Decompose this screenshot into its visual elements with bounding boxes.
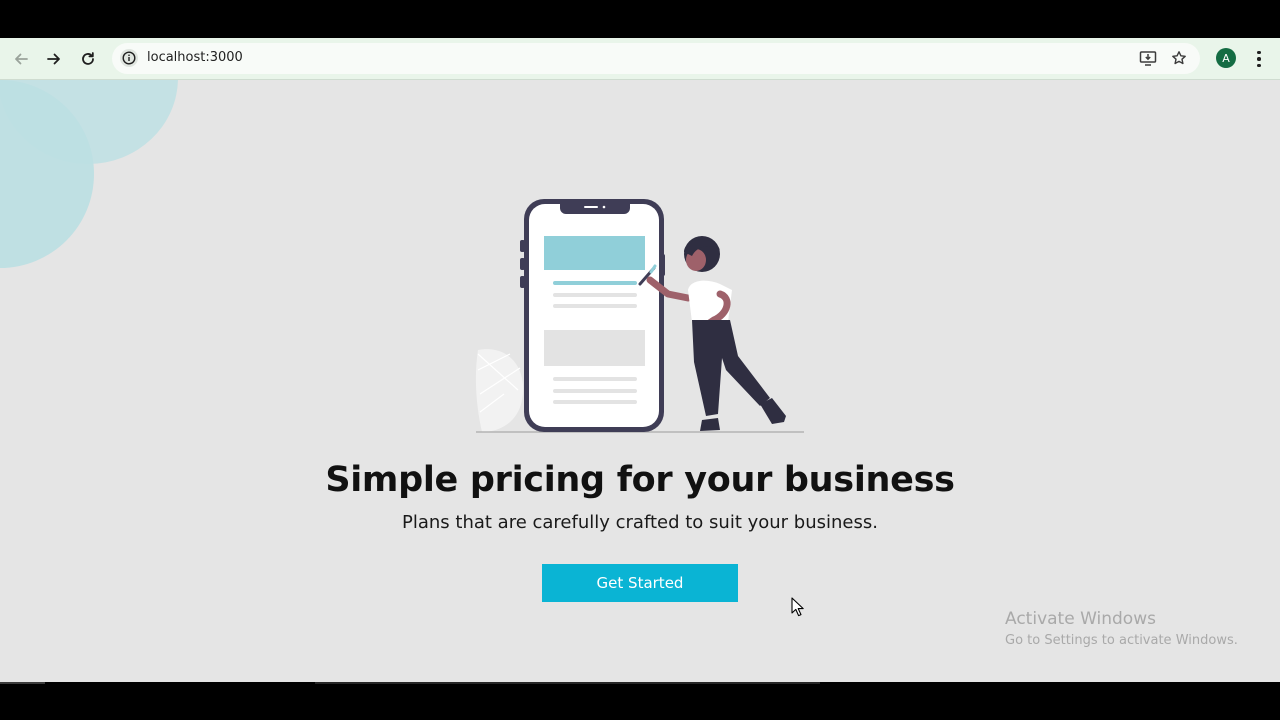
kebab-menu-icon [1257, 50, 1261, 55]
windows-activation-watermark: Activate Windows Go to Settings to activ… [1005, 609, 1238, 648]
top-letterbox [0, 0, 1280, 38]
reload-button[interactable] [76, 47, 100, 71]
taskbar-indicator [0, 682, 45, 684]
back-button[interactable] [9, 47, 33, 71]
taskbar-indicator [315, 682, 820, 684]
url-text[interactable]: localhost:3000 [147, 50, 243, 65]
watermark-subtitle: Go to Settings to activate Windows. [1005, 633, 1238, 648]
screen: localhost:3000 A Simple pricing for your… [0, 0, 1280, 720]
browser-toolbar: localhost:3000 A [0, 38, 1280, 80]
page-title: Simple pricing for your business [325, 460, 955, 500]
address-bar[interactable]: localhost:3000 [112, 43, 1200, 74]
install-app-button[interactable] [1138, 48, 1158, 68]
page-viewport: Simple pricing for your business Plans t… [0, 80, 1280, 682]
bottom-letterbox [0, 682, 1280, 720]
kebab-dot [1257, 63, 1261, 68]
install-app-icon [1139, 51, 1157, 66]
bookmark-button[interactable] [1169, 48, 1189, 68]
watermark-title: Activate Windows [1005, 609, 1156, 629]
forward-button[interactable] [42, 47, 66, 71]
browser-menu-button[interactable] [1250, 47, 1268, 71]
forward-arrow-icon [47, 53, 60, 65]
star-icon [1172, 51, 1186, 65]
reload-icon [82, 52, 94, 65]
get-started-button[interactable]: Get Started [542, 564, 738, 602]
site-info-button[interactable] [120, 49, 138, 67]
profile-avatar[interactable]: A [1216, 48, 1236, 68]
mouse-cursor-icon [791, 597, 804, 617]
info-icon [122, 51, 136, 65]
page-subtitle: Plans that are carefully crafted to suit… [402, 512, 878, 533]
back-arrow-icon [15, 53, 28, 65]
kebab-dot [1257, 57, 1261, 61]
person-with-phone-illustration [475, 199, 804, 433]
